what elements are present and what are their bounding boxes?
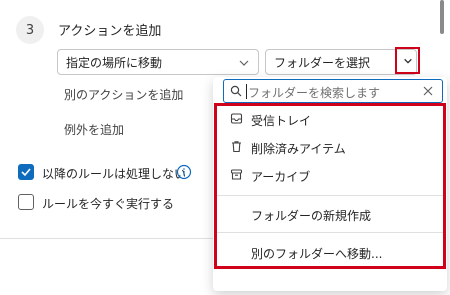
stop-processing-label: 以降のルールは処理しない [42,167,187,181]
checkmark-icon [21,168,31,177]
folder-select-value: フォルダーを選択 [274,55,371,70]
run-now-label: ルールを今すぐ実行する [42,197,175,211]
info-icon[interactable] [176,164,192,180]
step-number-badge: 3 [16,16,44,44]
stop-processing-checkbox[interactable] [18,164,34,180]
run-now-checkbox[interactable] [18,194,34,210]
folder-dropdown-toggle[interactable] [395,47,420,74]
search-icon [230,85,242,97]
search-placeholder: フォルダーを検索します [248,86,381,100]
step-title: アクションを追加 [58,24,162,39]
chevron-down-icon [403,58,412,64]
close-icon[interactable] [422,85,434,97]
text-cursor [246,84,247,99]
add-exception-link[interactable]: 例外を追加 [64,121,124,138]
action-type-select[interactable]: 指定の場所に移動 [57,49,259,75]
add-another-action-link[interactable]: 別のアクションを追加 [64,86,183,103]
folder-search-input[interactable]: フォルダーを検索します [223,79,443,103]
step-number: 3 [25,22,35,38]
action-type-value: 指定の場所に移動 [66,55,163,70]
chevron-down-icon [239,60,249,66]
highlight-frame [214,103,446,269]
scrollbar[interactable] [440,0,444,34]
